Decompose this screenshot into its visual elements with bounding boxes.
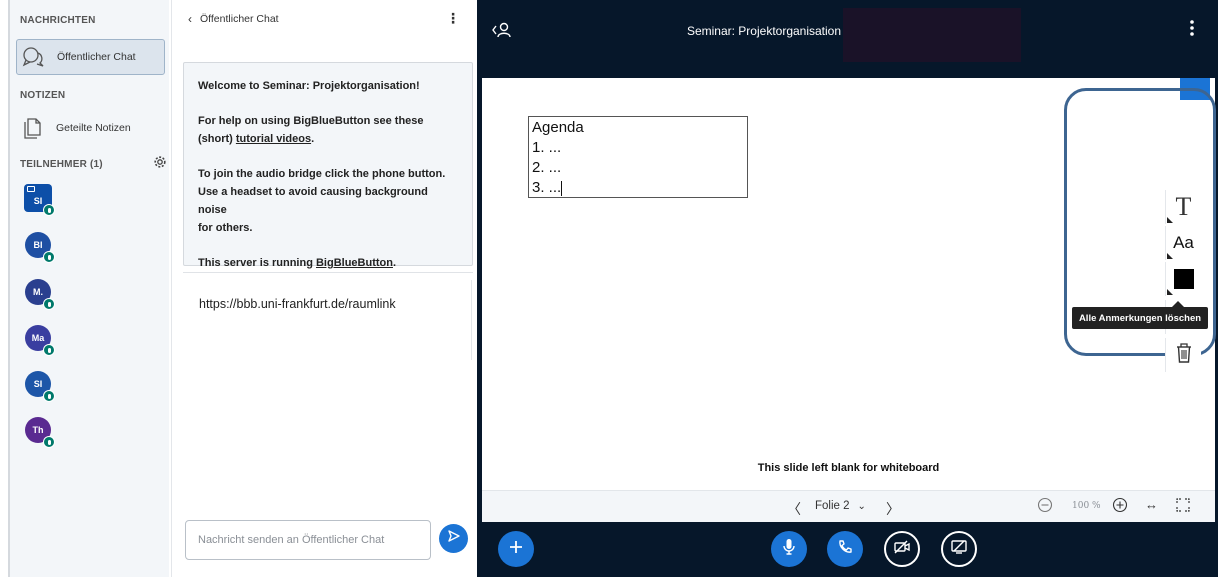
zoom-level: 100 % xyxy=(1072,501,1101,511)
sidebar-item-label: Geteilte Notizen xyxy=(56,122,131,134)
fullscreen-icon[interactable] xyxy=(1176,498,1190,517)
document-icon xyxy=(20,117,46,139)
actions-bar xyxy=(477,522,1218,577)
color-swatch-icon xyxy=(1173,269,1194,289)
video-off-icon xyxy=(893,539,911,560)
sidebar-item-label: Öffentlicher Chat xyxy=(57,51,136,63)
presentation-area: Seminar: Projektorganisation – Agenda 1.… xyxy=(477,0,1218,577)
user-list-item[interactable]: SI xyxy=(22,368,58,404)
screenshare-off-icon xyxy=(950,539,968,560)
tutorial-videos-link[interactable]: tutorial videos xyxy=(236,133,311,145)
notes-section-title: NOTIZEN xyxy=(20,90,66,101)
user-list-sidebar: NACHRICHTEN Öffentlicher Chat NOTIZEN Ge… xyxy=(8,0,169,577)
whiteboard-text-annotation[interactable]: Agenda 1. ... 2. ... 3. ... xyxy=(528,116,748,198)
share-screen-button[interactable] xyxy=(941,531,977,567)
user-list-item[interactable]: M. xyxy=(22,276,58,312)
trash-icon xyxy=(1175,342,1193,369)
divider xyxy=(183,272,473,273)
help-text: For help on using BigBlueButton see thes… xyxy=(198,115,424,145)
previous-slide-button[interactable]: 〈 xyxy=(787,499,801,519)
text-tool-button[interactable]: T xyxy=(1165,190,1201,224)
chat-panel: ‹ Öffentlicher Chat ⋮ Welcome to Seminar… xyxy=(171,0,476,577)
phone-icon xyxy=(837,539,853,560)
send-icon xyxy=(447,529,461,548)
server-info-text: This server is running BigBlueButton. xyxy=(198,257,397,269)
audio-help-text: To join the audio bridge click the phone… xyxy=(198,168,446,234)
text-tool-icon: T xyxy=(1175,192,1192,221)
microphone-icon xyxy=(43,390,55,402)
zoom-in-icon[interactable] xyxy=(1112,497,1128,518)
next-slide-button[interactable]: 〉 xyxy=(886,499,900,519)
microphone-icon xyxy=(43,251,55,263)
text-cursor xyxy=(561,180,563,196)
sidebar-item-public-chat[interactable]: Öffentlicher Chat xyxy=(16,39,165,75)
microphone-icon xyxy=(43,436,55,448)
user-list-item[interactable]: SI xyxy=(22,182,58,218)
microphone-icon xyxy=(43,204,55,216)
meeting-title: Seminar: Projektorganisation xyxy=(686,24,842,38)
chevron-down-icon: ⌄ xyxy=(857,501,866,512)
sidebar-item-shared-notes[interactable]: Geteilte Notizen xyxy=(16,110,165,146)
chat-header-back-button[interactable]: ‹ Öffentlicher Chat xyxy=(188,12,279,26)
microphone-icon xyxy=(43,298,55,310)
welcome-message: Welcome to Seminar: Projektorganisation!… xyxy=(183,62,473,269)
user-list-item[interactable]: BI xyxy=(22,229,58,265)
chat-title: Öffentlicher Chat xyxy=(200,13,279,25)
options-menu-icon[interactable] xyxy=(1190,20,1194,41)
bigbluebutton-link[interactable]: BigBlueButton xyxy=(316,257,393,269)
chevron-left-icon: ‹ xyxy=(188,12,192,26)
microphone-icon xyxy=(43,344,55,356)
user-list-item[interactable]: Ma xyxy=(22,322,58,358)
leave-audio-button[interactable] xyxy=(827,531,863,567)
chat-bubbles-icon xyxy=(21,47,47,67)
clear-annotations-button[interactable] xyxy=(1165,338,1201,372)
actions-add-button[interactable] xyxy=(498,531,534,567)
color-picker-button[interactable] xyxy=(1165,262,1201,296)
plus-icon xyxy=(508,539,524,560)
welcome-title: Welcome to Seminar: Projektorganisation! xyxy=(198,80,420,92)
mute-microphone-button[interactable] xyxy=(771,531,807,567)
chat-options-menu-button[interactable]: ⋮ xyxy=(446,10,460,27)
participants-section-title: TEILNEHMER (1) xyxy=(20,159,103,170)
chat-scrollbar[interactable] xyxy=(471,280,472,360)
slide-caption: This slide left blank for whiteboard xyxy=(757,462,940,474)
messages-section-title: NACHRICHTEN xyxy=(20,15,96,26)
chat-message-input[interactable]: Nachricht senden an Öffentlicher Chat xyxy=(185,520,431,560)
nav-bar: Seminar: Projektorganisation xyxy=(477,0,1218,62)
share-webcam-button[interactable] xyxy=(884,531,920,567)
send-message-button[interactable] xyxy=(439,524,468,553)
presentation-toolbar: 〈 Folie 2 ⌄ 〉 100 % ↔ xyxy=(482,490,1215,522)
microphone-icon xyxy=(782,538,796,561)
chat-message: https://bbb.uni-frankfurt.de/raumlink xyxy=(199,297,396,311)
fit-to-width-icon[interactable]: ↔ xyxy=(1145,497,1158,512)
zoom-out-icon[interactable] xyxy=(1037,497,1053,518)
font-size-icon: Aa xyxy=(1173,233,1194,252)
user-list-item[interactable]: Th xyxy=(22,414,58,450)
slide-select[interactable]: Folie 2 ⌄ xyxy=(815,500,866,512)
presenter-icon xyxy=(27,186,35,192)
font-size-button[interactable]: Aa xyxy=(1165,226,1201,260)
tooltip: Alle Anmerkungen löschen xyxy=(1072,301,1208,329)
gear-icon[interactable] xyxy=(153,155,167,174)
